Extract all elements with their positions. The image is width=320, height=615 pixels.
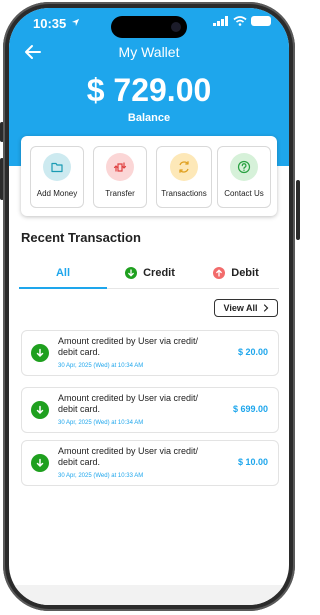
transaction-amount: $ 20.00 (237, 347, 268, 357)
balance-amount: $ 729.00 (86, 72, 212, 108)
transaction-timestamp: 30 Apr, 2025 (Wed) at 10:34 AM (58, 363, 144, 369)
tab-all-label: All (55, 267, 71, 279)
title-bar: My Wallet (9, 42, 289, 64)
transactions-icon-circle (170, 153, 198, 181)
dynamic-island (111, 16, 187, 38)
status-icons (213, 16, 271, 26)
transaction-timestamp: 30 Apr, 2025 (Wed) at 10:33 AM (58, 473, 144, 479)
battery-icon (251, 16, 271, 26)
transfer-button[interactable]: Transfer (93, 146, 147, 208)
balance-label: Balance (127, 112, 171, 124)
status-time: 10:35 (33, 16, 67, 31)
bottom-bar (9, 585, 289, 605)
signal-icon (213, 16, 228, 26)
wifi-icon (233, 16, 247, 26)
view-all-label: View All (223, 303, 258, 313)
credit-arrow-icon (125, 267, 138, 279)
credit-arrow-icon (31, 401, 49, 419)
tab-credit[interactable]: Credit (107, 258, 193, 288)
transaction-item[interactable]: Amount credited by User via credit/ debi… (21, 440, 279, 486)
transaction-item[interactable]: Amount credited by User via credit/ debi… (21, 387, 279, 433)
chevron-right-icon (263, 304, 268, 312)
contact-us-label: Contact Us (224, 189, 264, 198)
transaction-tabs: All Credit Debit (19, 258, 279, 289)
transaction-description: Amount credited by User via credit/ debi… (58, 393, 199, 414)
location-arrow-icon (71, 18, 80, 27)
recent-transaction-heading: Recent Transaction (21, 230, 141, 245)
folder-icon (51, 162, 63, 173)
credit-arrow-icon (31, 454, 49, 472)
status-bar: 10:35 (9, 8, 289, 38)
transfer-icon-circle (106, 153, 134, 181)
transaction-description: Amount credited by User via credit/ debi… (58, 336, 199, 357)
power-button (296, 180, 300, 240)
transactions-button[interactable]: Transactions (156, 146, 212, 208)
add-money-icon-circle (43, 153, 71, 181)
transfer-icon (113, 162, 127, 172)
screen: 10:35 My Wallet $ 729.00 Balance Add Mon… (9, 8, 289, 605)
transactions-label: Transactions (161, 189, 207, 198)
add-money-label: Add Money (36, 189, 78, 198)
view-all-button[interactable]: View All (214, 299, 278, 317)
phone-device: 10:35 My Wallet $ 729.00 Balance Add Mon… (0, 0, 300, 615)
tab-credit-label: Credit (143, 267, 175, 279)
transaction-amount: $ 10.00 (237, 457, 268, 467)
quick-actions-card: Add Money Transfer Transactions Contact … (21, 136, 277, 216)
debit-arrow-icon (213, 267, 226, 279)
tab-all[interactable]: All (19, 258, 107, 288)
transaction-timestamp: 30 Apr, 2025 (Wed) at 10:34 AM (58, 420, 144, 426)
add-money-button[interactable]: Add Money (30, 146, 84, 208)
transaction-description: Amount credited by User via credit/ debi… (58, 446, 199, 467)
exchange-icon (179, 161, 189, 173)
contact-us-icon-circle (230, 153, 258, 181)
tab-debit-label: Debit (231, 267, 259, 279)
credit-arrow-icon (31, 344, 49, 362)
active-tab-indicator (19, 287, 107, 289)
tab-debit[interactable]: Debit (193, 258, 279, 288)
help-icon (237, 160, 251, 174)
transaction-item[interactable]: Amount credited by User via credit/ debi… (21, 330, 279, 376)
camera-icon (171, 22, 181, 32)
contact-us-button[interactable]: Contact Us (217, 146, 271, 208)
page-title: My Wallet (118, 44, 180, 60)
transaction-amount: $ 699.00 (232, 404, 268, 414)
transfer-label: Transfer (105, 189, 135, 198)
